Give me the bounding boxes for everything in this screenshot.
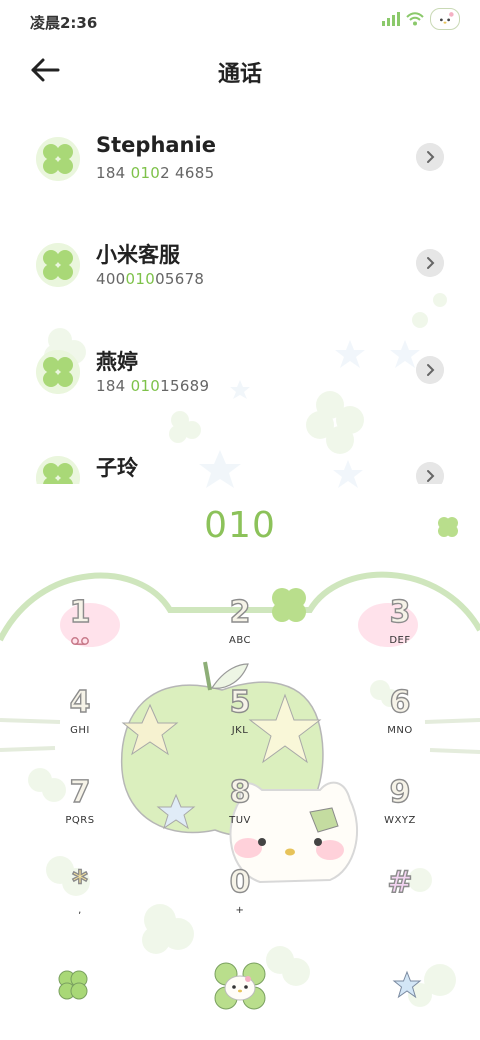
contact-name: Stephanie [96, 133, 216, 157]
contact-row-stephanie[interactable]: Stephanie 184 0102 4685 [0, 110, 480, 216]
voicemail-icon [71, 637, 89, 645]
key-letters: + [235, 905, 245, 916]
contact-number: 40001005678 [96, 270, 205, 288]
clover-avatar-icon [36, 456, 80, 484]
status-icons [382, 8, 460, 30]
key-digit: 6 [389, 684, 411, 720]
key-4[interactable]: 4 GHI [20, 684, 140, 765]
key-digit: 2 [229, 594, 251, 630]
dialed-number[interactable]: 010 [0, 505, 480, 546]
chevron-right-icon[interactable] [416, 249, 444, 277]
key-2[interactable]: 2 ABC [180, 594, 300, 675]
signal-icon [382, 12, 400, 26]
page-title: 通话 [217, 62, 262, 87]
key-letters: , [78, 905, 82, 916]
header: 通话 [0, 44, 480, 96]
star-keypad-icon[interactable] [392, 970, 422, 1000]
key-digit: 3 [389, 594, 411, 630]
contact-name: 子玲 [96, 456, 138, 480]
key-letters: JKL [231, 725, 249, 736]
dial-keypad: 1 2 ABC 3 DEF 4 GHI 5 JKL 6 MNO 7 PQRS 8… [0, 594, 480, 935]
key-letters: MNO [387, 725, 413, 736]
key-1[interactable]: 1 [20, 594, 140, 675]
chevron-right-icon[interactable] [416, 356, 444, 384]
key-letters: WXYZ [384, 815, 416, 826]
key-9[interactable]: 9 WXYZ [340, 774, 460, 855]
status-time: 凌晨2:36 [30, 13, 98, 32]
key-digit: 9 [389, 774, 411, 810]
key-0[interactable]: 0 + [180, 864, 300, 945]
key-7[interactable]: 7 PQRS [20, 774, 140, 855]
clover-menu-icon[interactable] [56, 968, 90, 1002]
key-letters: GHI [70, 725, 90, 736]
contact-row-yanting[interactable]: 燕婷 184 01015689 [0, 323, 480, 429]
kitty-call-icon[interactable] [208, 952, 272, 1016]
key-digit: 7 [69, 774, 91, 810]
key-digit: 0 [229, 864, 251, 900]
battery-kitty-icon [430, 8, 460, 30]
status-bar: 凌晨2:36 [0, 0, 480, 44]
key-hash[interactable]: # [340, 864, 460, 945]
key-8[interactable]: 8 TUV [180, 774, 300, 855]
key-digit: 4 [69, 684, 91, 720]
key-digit: 5 [229, 684, 251, 720]
clover-icon [438, 517, 458, 537]
contact-number: 184 01015689 [96, 377, 210, 395]
clover-avatar-icon [36, 350, 80, 394]
contact-list[interactable]: Stephanie 184 0102 4685 小米客服 40001005678… [0, 110, 480, 484]
contact-name: 小米客服 [96, 243, 180, 267]
key-6[interactable]: 6 MNO [340, 684, 460, 765]
contact-number: 184 0102 4685 [96, 164, 215, 182]
wifi-icon [406, 12, 424, 26]
key-digit: 8 [229, 774, 251, 810]
key-letters: DEF [389, 635, 411, 646]
chevron-right-icon[interactable] [416, 462, 444, 484]
key-3[interactable]: 3 DEF [340, 594, 460, 675]
contact-name: 燕婷 [96, 350, 138, 374]
key-digit: * [71, 864, 88, 900]
clover-avatar-icon [36, 137, 80, 181]
key-letters: ABC [228, 635, 251, 646]
key-5[interactable]: 5 JKL [180, 684, 300, 765]
key-digit: # [387, 864, 414, 900]
contact-row-ziling[interactable]: 子玲 [0, 429, 480, 484]
chevron-right-icon[interactable] [416, 143, 444, 171]
key-digit: 1 [69, 594, 91, 630]
key-letters: TUV [229, 815, 251, 826]
clover-avatar-icon [36, 243, 80, 287]
key-letters: PQRS [65, 815, 95, 826]
key-star[interactable]: * , [20, 864, 140, 945]
contact-row-xiaomi-service[interactable]: 小米客服 40001005678 [0, 216, 480, 322]
